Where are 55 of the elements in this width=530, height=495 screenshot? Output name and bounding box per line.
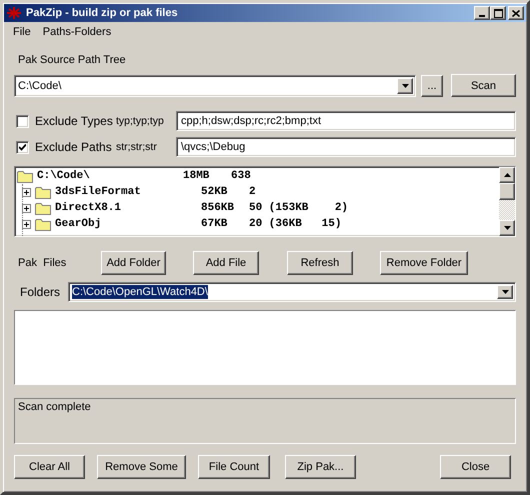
scan-button[interactable]: Scan: [451, 74, 516, 97]
text-field[interactable]: cpp;h;dsw;dsp;rc;rc2;bmp;txt: [176, 111, 516, 131]
caret-icon: [502, 290, 508, 294]
action-button[interactable]: Remove Some: [97, 455, 186, 479]
action-button[interactable]: Add File: [193, 251, 259, 275]
folder-icon: [35, 186, 51, 198]
expand-icon[interactable]: [22, 188, 31, 196]
combo-box[interactable]: C:\Code\: [14, 74, 416, 96]
checkbox[interactable]: [16, 114, 29, 128]
action-button[interactable]: Remove Folder: [380, 251, 468, 275]
check-icon: [19, 144, 26, 150]
folder-icon: [35, 202, 51, 214]
window-title: PakZip - build zip or pak files: [26, 7, 179, 19]
caret-icon: [504, 173, 510, 177]
close-icon: [512, 10, 520, 16]
app-icon: [6, 6, 22, 20]
action-button[interactable]: Add Folder: [101, 251, 166, 275]
maximize-button[interactable]: [490, 6, 506, 20]
action-button[interactable]: Close: [440, 455, 511, 479]
format-hint: str;str;str: [116, 141, 158, 153]
menu-item[interactable]: File: [7, 26, 37, 38]
scroll-thumb[interactable]: [499, 183, 515, 200]
expand-icon[interactable]: [22, 220, 31, 228]
section-label: Pak Source Path Tree: [18, 54, 126, 66]
action-button[interactable]: File Count: [198, 455, 270, 479]
tree-item[interactable]: C:\Code\ 18MB 638: [17, 168, 499, 184]
field-label: Folders: [20, 285, 62, 299]
text-field[interactable]: \qvcs;\Debug: [176, 137, 516, 157]
action-button[interactable]: Zip Pak...: [285, 455, 356, 479]
action-button[interactable]: Refresh: [287, 251, 353, 275]
dropdown-button[interactable]: [397, 78, 413, 94]
caret-icon: [504, 226, 510, 230]
menu-item[interactable]: Paths-Folders: [36, 26, 118, 38]
checkbox[interactable]: [16, 140, 29, 154]
scroll-up-button[interactable]: [499, 167, 515, 183]
minimize-button[interactable]: [474, 6, 490, 20]
dropdown-button[interactable]: [497, 285, 513, 299]
combo-box[interactable]: C:\Code\OpenGL\Watch4D\: [68, 282, 516, 302]
tree-item[interactable]: GearObj 67KB 20 (36KB 15): [17, 216, 499, 232]
close-button[interactable]: [508, 6, 524, 20]
expand-icon[interactable]: [22, 204, 31, 212]
scroll-down-button[interactable]: [499, 220, 515, 236]
folder-icon: [35, 218, 51, 230]
checkbox-label: Exclude Types: [35, 114, 113, 128]
checkbox-label: Exclude Paths: [35, 140, 112, 154]
caret-icon: [402, 84, 408, 88]
browse-button[interactable]: ...: [421, 74, 443, 96]
tree-item[interactable]: DirectX8.1 856KB 50 (153KB 2): [17, 200, 499, 216]
action-button[interactable]: Clear All: [14, 455, 85, 479]
maximize-icon: [494, 8, 502, 18]
format-hint: typ;typ;typ: [116, 115, 165, 127]
status-message: Scan complete: [14, 398, 516, 444]
section-label: Pak Files: [18, 257, 68, 269]
scrollbar[interactable]: [499, 167, 515, 236]
tree-item[interactable]: 3dsFileFormat 52KB 2: [17, 184, 499, 200]
